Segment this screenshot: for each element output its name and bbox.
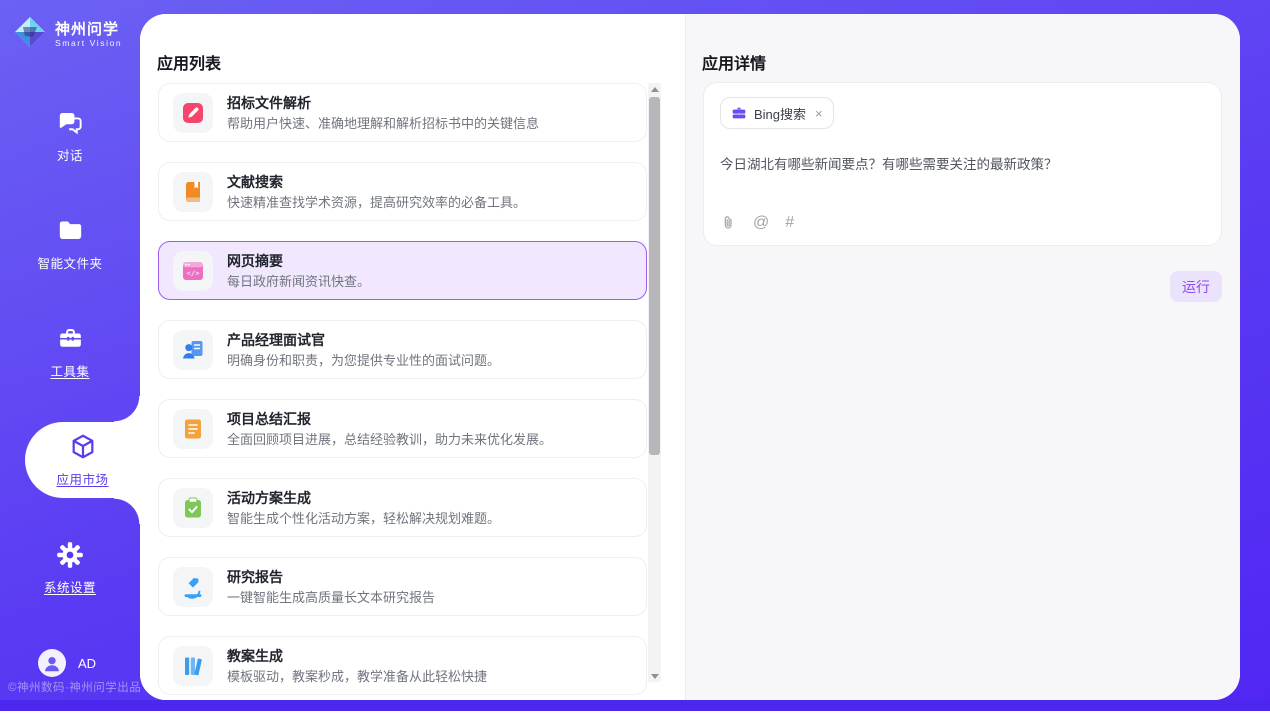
prompt-card: Bing搜索 × 今日湖北有哪些新闻要点？有哪些需要关注的最新政策？ @#	[703, 82, 1222, 246]
app-card-description: 快速精准查找学术资源，提高研究效率的必备工具。	[227, 194, 526, 211]
app-card-description: 全面回顾项目进展，总结经验教训，助力未来优化发展。	[227, 431, 552, 448]
app-card-description: 智能生成个性化活动方案，轻松解决规划难题。	[227, 510, 500, 527]
app-card-description: 每日政府新闻资讯快查。	[227, 273, 370, 290]
scrollbar-thumb[interactable]	[649, 97, 660, 455]
app-card-description: 一键智能生成高质量长文本研究报告	[227, 589, 435, 606]
tool-chip-label: Bing搜索	[754, 104, 806, 123]
app-list: 招标文件解析 帮助用户快速、准确地理解和解析招标书中的关键信息 文献搜索 快速精…	[158, 83, 647, 700]
app-card-title: 研究报告	[227, 568, 435, 586]
topic-icon[interactable]: #	[785, 215, 794, 231]
app-card[interactable]: 项目总结汇报 全面回顾项目进展，总结经验教训，助力未来优化发展。	[158, 399, 647, 458]
brand-name: 神州问学	[55, 21, 122, 38]
main-content-card: 应用列表 招标文件解析 帮助用户快速、准确地理解和解析招标书中的关键信息 文献搜…	[140, 14, 1240, 700]
brand-logo: 神州问学 Smart Vision	[0, 0, 140, 54]
app-card[interactable]: 活动方案生成 智能生成个性化活动方案，轻松解决规划难题。	[158, 478, 647, 537]
books-icon	[173, 646, 213, 686]
flask-icon	[173, 567, 213, 607]
app-card[interactable]: 产品经理面试官 明确身份和职责，为您提供专业性的面试问题。	[158, 320, 647, 379]
user-account[interactable]: AD	[38, 649, 96, 677]
app-list-title: 应用列表	[157, 50, 221, 74]
app-card[interactable]: 教案生成 模板驱动，教案秒成，教学准备从此轻松快捷	[158, 636, 647, 695]
browser-code-icon: </>	[173, 251, 213, 291]
brand-diamond-icon	[13, 15, 47, 54]
book-icon	[173, 172, 213, 212]
sidebar-nav: 对话 智能文件夹 工具集 应用市场 系统设置	[0, 98, 140, 638]
app-card[interactable]: 招标文件解析 帮助用户快速、准确地理解和解析招标书中的关键信息	[158, 83, 647, 142]
close-icon[interactable]: ×	[815, 107, 823, 120]
run-button[interactable]: 运行	[1170, 271, 1222, 302]
app-list-pane: 应用列表 招标文件解析 帮助用户快速、准确地理解和解析招标书中的关键信息 文献搜…	[140, 14, 685, 700]
scroll-up-arrow-icon[interactable]	[648, 83, 661, 95]
app-card-title: 项目总结汇报	[227, 410, 552, 428]
app-card-title: 文献搜索	[227, 173, 526, 191]
app-card-description: 明确身份和职责，为您提供专业性的面试问题。	[227, 352, 500, 369]
pen-square-icon	[173, 93, 213, 133]
interviewer-icon	[173, 330, 213, 370]
cube-icon	[69, 433, 97, 461]
app-detail-pane: 应用详情 Bing搜索 × 今日湖北有哪些新闻要点？有哪些需要关注的最新政	[685, 14, 1240, 700]
composer-toolbar: @#	[720, 214, 1205, 231]
sidebar-item-settings[interactable]: 系统设置	[0, 530, 140, 606]
mention-icon[interactable]: @	[753, 215, 769, 231]
app-card-title: 招标文件解析	[227, 94, 539, 112]
briefcase-icon	[731, 105, 747, 121]
app-card[interactable]: 研究报告 一键智能生成高质量长文本研究报告	[158, 557, 647, 616]
gear-icon	[56, 541, 84, 569]
app-card-title: 活动方案生成	[227, 489, 500, 507]
app-card-description: 模板驱动，教案秒成，教学准备从此轻松快捷	[227, 668, 487, 685]
sidebar-item-chat[interactable]: 对话	[0, 98, 140, 174]
sidebar-item-folders[interactable]: 智能文件夹	[0, 206, 140, 282]
tool-chip-bing-search[interactable]: Bing搜索 ×	[720, 97, 834, 129]
clipboard-check-icon	[173, 488, 213, 528]
app-detail-title: 应用详情	[702, 50, 766, 74]
chat-icon	[56, 109, 84, 137]
app-screen: 神州问学 Smart Vision 对话 智能文件夹 工具集 应用市场 系统设置…	[0, 0, 1270, 714]
query-input[interactable]: 今日湖北有哪些新闻要点？有哪些需要关注的最新政策？	[720, 155, 1205, 174]
app-card-description: 帮助用户快速、准确地理解和解析招标书中的关键信息	[227, 115, 539, 132]
app-card-title: 网页摘要	[227, 252, 370, 270]
toolbox-icon	[56, 325, 84, 353]
scroll-down-arrow-icon[interactable]	[648, 670, 661, 682]
sidebar: 神州问学 Smart Vision 对话 智能文件夹 工具集 应用市场 系统设置…	[0, 0, 140, 711]
sidebar-item-tools[interactable]: 工具集	[0, 314, 140, 390]
copyright-footer: ©神州数码·神州问学出品	[8, 679, 141, 695]
app-card-title: 教案生成	[227, 647, 487, 665]
app-card-title: 产品经理面试官	[227, 331, 500, 349]
bottom-accent-bar	[0, 700, 1270, 711]
sidebar-item-market[interactable]: 应用市场	[25, 422, 140, 498]
folder-icon	[56, 217, 84, 245]
attachment-icon[interactable]	[720, 214, 737, 231]
app-card[interactable]: 文献搜索 快速精准查找学术资源，提高研究效率的必备工具。	[158, 162, 647, 221]
avatar	[38, 649, 66, 677]
app-card[interactable]: </> 网页摘要 每日政府新闻资讯快查。	[158, 241, 647, 300]
user-name: AD	[78, 656, 96, 671]
app-list-scrollbar[interactable]	[648, 83, 661, 682]
note-icon	[173, 409, 213, 449]
brand-subtitle: Smart Vision	[55, 38, 122, 48]
svg-text:</>: </>	[187, 268, 201, 277]
